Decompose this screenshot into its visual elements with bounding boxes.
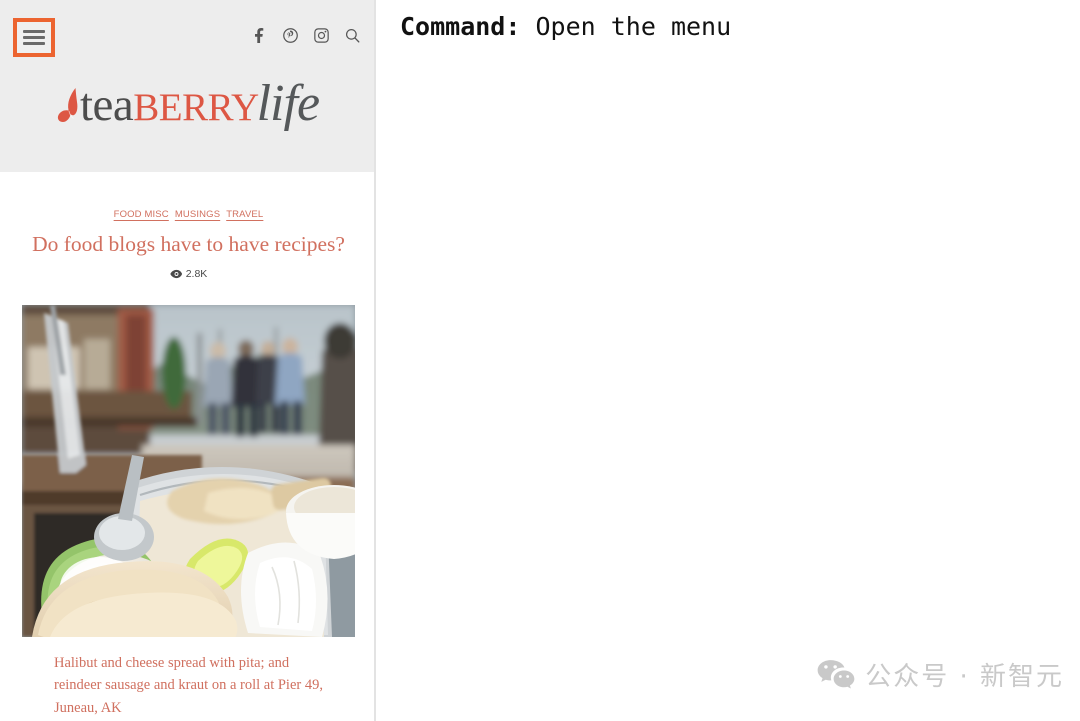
logo-text-life: life <box>256 75 320 132</box>
pinterest-icon[interactable] <box>282 27 298 43</box>
logo-text-berry: BERRY <box>133 86 259 129</box>
view-count-value: 2.8K <box>185 268 208 281</box>
hamburger-menu-icon <box>23 30 45 45</box>
site-header: teaBERRYlife <box>0 0 374 172</box>
category-link-travel[interactable]: TRAVEL <box>226 210 263 220</box>
header-icon-group <box>251 27 360 43</box>
mobile-browser-viewport: teaBERRYlife FOOD MISC MUSINGS TRAVEL Do… <box>0 0 376 721</box>
watermark-text: 公众号 · 新智元 <box>865 662 1064 692</box>
post-category-links: FOOD MISC MUSINGS TRAVEL <box>22 210 355 220</box>
search-icon[interactable] <box>344 27 360 43</box>
logo-text-tea: tea <box>79 79 134 131</box>
command-label: Command: <box>400 12 521 41</box>
post-caption: Halibut and cheese spread with pita; and… <box>54 655 323 716</box>
post-featured-image[interactable] <box>22 305 355 637</box>
command-line: Command: Open the menu <box>400 12 731 41</box>
view-count: 2.8K <box>22 268 355 280</box>
eye-icon <box>170 269 183 279</box>
instagram-icon[interactable] <box>313 27 329 43</box>
post-card: FOOD MISC MUSINGS TRAVEL Do food blogs h… <box>22 190 355 281</box>
site-logo[interactable]: teaBERRYlife <box>0 75 374 132</box>
post-meta: FOOD MISC MUSINGS TRAVEL Do food blogs h… <box>22 190 355 280</box>
post-title[interactable]: Do food blogs have to have recipes? <box>22 232 355 258</box>
wechat-watermark: 公众号 · 新智元 <box>817 656 1064 693</box>
command-text: Open the menu <box>535 12 732 41</box>
category-link-musings[interactable]: MUSINGS <box>175 210 220 220</box>
facebook-icon[interactable] <box>251 27 267 43</box>
command-panel: Command: Open the menu 公众号 · 新智元 <box>378 0 1080 721</box>
menu-button[interactable] <box>13 18 55 57</box>
category-link-food-misc[interactable]: FOOD MISC <box>114 210 169 220</box>
wechat-icon <box>817 659 855 691</box>
